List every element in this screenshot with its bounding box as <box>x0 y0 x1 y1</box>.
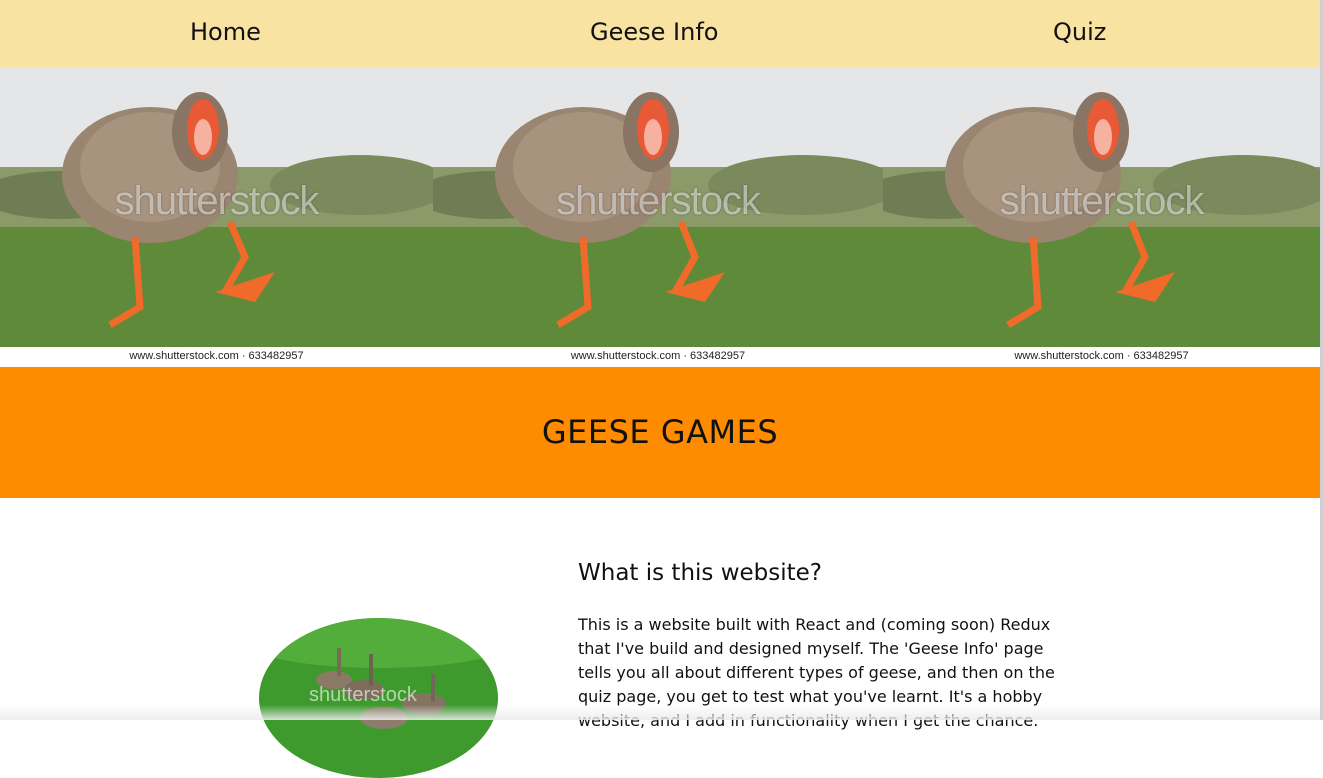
goose-banner-image-3: shutterstock www.shutterstock.com · 6334… <box>883 67 1320 367</box>
nav-geese-info-link[interactable]: Geese Info <box>590 0 718 67</box>
image-credit: www.shutterstock.com · 633482957 <box>0 347 433 367</box>
goose-banner-image-2: shutterstock www.shutterstock.com · 6334… <box>433 67 883 367</box>
goose-banner: shutterstock www.shutterstock.com · 6334… <box>0 67 1320 367</box>
watermark-text: shutterstock <box>556 179 761 223</box>
geese-oval-image: shutterstock <box>259 618 498 778</box>
hero-banner: GEESE GAMES <box>0 367 1320 498</box>
nav-home-link[interactable]: Home <box>190 0 261 67</box>
watermark-text: shutterstock <box>999 179 1205 223</box>
image-credit: www.shutterstock.com · 633482957 <box>433 347 883 367</box>
watermark-text: shutterstock <box>114 179 320 223</box>
watermark-text: shutterstock <box>309 684 417 706</box>
goose-banner-image-1: shutterstock www.shutterstock.com · 6334… <box>0 67 433 367</box>
top-nav: Home Geese Info Quiz <box>0 0 1320 67</box>
about-heading: What is this website? <box>578 560 823 586</box>
nav-quiz-link[interactable]: Quiz <box>1053 0 1106 67</box>
page-title: GEESE GAMES <box>541 413 779 451</box>
image-credit: www.shutterstock.com · 633482957 <box>883 347 1320 367</box>
bottom-fade <box>0 705 1320 720</box>
